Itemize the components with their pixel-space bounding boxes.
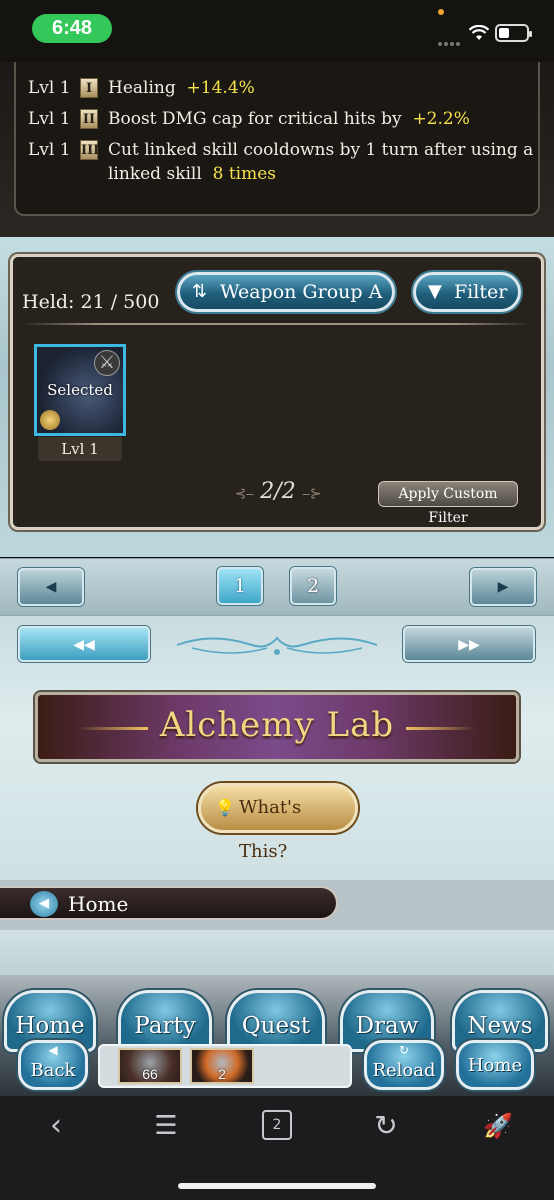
funnel-icon: ▼ — [428, 281, 442, 302]
sort-arrows-icon: ⇅ — [192, 281, 208, 302]
apply-custom-filter-button[interactable]: Apply Custom Filter — [378, 481, 518, 526]
quest-thumbnail[interactable]: 2 — [190, 1048, 254, 1084]
page-indicator: ⊰⎯ 2/2 ⎯⊱ — [200, 479, 356, 504]
nav-party-button[interactable]: Party — [118, 990, 212, 1052]
back-arrow-icon: ◀ — [30, 891, 58, 917]
clock: 6:48 — [32, 14, 112, 43]
skill-level: Lvl 1 — [28, 140, 71, 160]
thumbnail-count: 2 — [218, 1066, 226, 1082]
status-bar: 6:48 — [0, 0, 554, 62]
skill-value: +14.4% — [186, 78, 255, 98]
double-right-icon: ▶▶ — [458, 637, 480, 653]
skill-level: Lvl 1 — [28, 78, 71, 98]
next-page-button[interactable]: ▶ — [470, 568, 536, 606]
reload-label: Reload — [372, 1060, 436, 1081]
skill-value: +2.2% — [412, 109, 470, 129]
double-left-icon: ◀◀ — [73, 637, 95, 653]
nav-party-label: Party — [134, 1013, 196, 1039]
ornament-divider-icon — [176, 636, 378, 655]
nav-quest-label: Quest — [241, 1013, 311, 1039]
nav-home-label: Home — [15, 1013, 85, 1039]
lightbulb-icon: 💡 — [215, 798, 235, 817]
filter-label: Filter — [454, 281, 508, 303]
page-2-button[interactable]: 2 — [290, 567, 336, 605]
quest-thumbnail[interactable]: 66 — [118, 1048, 182, 1084]
back-label: Back — [30, 1060, 76, 1081]
nav-draw-label: Draw — [355, 1013, 419, 1039]
reload-icon: ↻ — [398, 1043, 410, 1057]
nav-news-label: News — [467, 1013, 533, 1039]
cellular-signal-icon — [438, 31, 464, 46]
browser-reload-icon[interactable]: ↻ — [366, 1108, 406, 1144]
skill-description: Cut linked skill cooldowns by 1 turn aft… — [108, 140, 534, 184]
home-button[interactable]: Home — [456, 1040, 534, 1090]
weapon-level: Lvl 1 — [38, 437, 122, 461]
breadcrumb-home-label: Home — [68, 892, 129, 916]
privacy-indicator-icon — [438, 9, 444, 15]
element-icon — [40, 410, 60, 430]
wifi-icon — [469, 25, 489, 40]
breadcrumb-home[interactable]: ◀ Home — [0, 886, 338, 920]
last-page-button[interactable]: ▶▶ — [403, 626, 535, 662]
alchemy-lab-title: Alchemy Lab — [159, 705, 395, 745]
triangle-left-icon: ◀ — [45, 579, 57, 595]
skill-rank-icon: I — [80, 78, 98, 98]
weapon-card[interactable]: ⚔ Selected — [34, 344, 126, 436]
weapon-group-button[interactable]: ⇅ Weapon Group A — [177, 272, 395, 312]
ornament-left-icon: ⊰⎯ — [234, 486, 254, 502]
nav-quest-button[interactable]: Quest — [227, 990, 325, 1052]
first-page-button[interactable]: ◀◀ — [18, 626, 150, 662]
home-label: Home — [467, 1055, 523, 1076]
reload-button[interactable]: ↻ Reload — [364, 1040, 444, 1090]
selected-label: Selected — [47, 381, 113, 399]
browser-back-icon[interactable]: ‹ — [36, 1108, 76, 1144]
ornament-right-icon: ⎯⊱ — [302, 486, 322, 502]
tab-count: 2 — [262, 1110, 292, 1140]
skill-description: Boost DMG cap for critical hits by — [108, 109, 402, 129]
swords-icon: ⚔ — [94, 350, 120, 376]
skill-rank-icon: III — [80, 140, 99, 160]
menu-icon[interactable]: ☰ — [146, 1108, 186, 1144]
rocket-icon[interactable]: 🚀 — [478, 1108, 518, 1144]
triangle-right-icon: ▶ — [497, 579, 509, 595]
skill-level: Lvl 1 — [28, 109, 71, 129]
page-indicator-text: 2/2 — [260, 479, 296, 504]
weapon-group-label: Weapon Group A — [220, 281, 383, 303]
divider — [22, 323, 530, 325]
skill-rank-icon: II — [80, 109, 98, 129]
skill-value: 8 times — [212, 164, 277, 184]
tabs-button[interactable]: 2 — [258, 1108, 298, 1144]
held-count: Held: 21 / 500 — [22, 291, 160, 313]
skill-description: Healing — [108, 78, 176, 98]
alchemy-lab-banner[interactable]: Alchemy Lab — [35, 692, 519, 762]
battery-icon — [495, 24, 532, 42]
banner-flourish-right — [406, 727, 476, 730]
back-arrow-icon: ◀ — [48, 1043, 58, 1057]
filter-button[interactable]: ▼ Filter — [413, 272, 521, 312]
back-button[interactable]: ◀ Back — [18, 1040, 88, 1090]
prev-page-button[interactable]: ◀ — [18, 568, 84, 606]
home-indicator — [178, 1183, 376, 1189]
whats-this-button[interactable]: 💡 What's This? — [198, 783, 358, 862]
thumbnail-count: 66 — [142, 1066, 158, 1082]
whats-this-label: What's This? — [239, 797, 302, 862]
page-1-button[interactable]: 1 — [217, 567, 263, 605]
